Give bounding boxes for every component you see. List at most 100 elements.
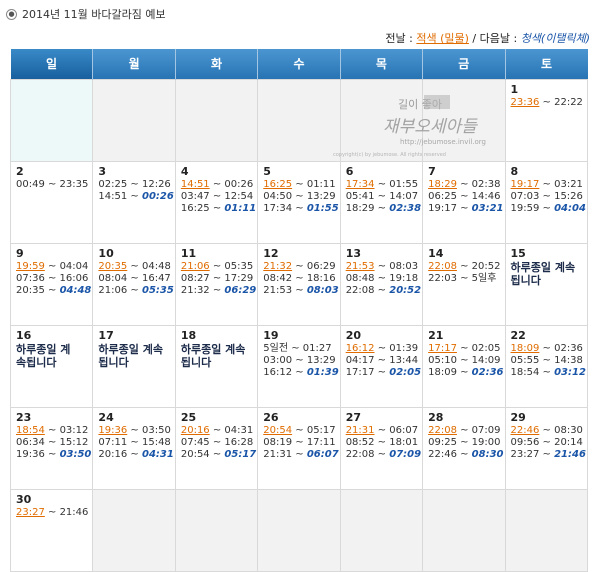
- time-text: ~ 01:11: [292, 178, 336, 190]
- calendar-day-cell: 11 21:06 ~ 05:35 08:27 ~ 17:29 21:32 ~ 06:2…: [174, 242, 259, 326]
- day-number: 3: [98, 164, 107, 178]
- tide-time-line: 16:25 ~ 01:11: [181, 203, 256, 215]
- day-number: 16: [16, 328, 32, 342]
- next-day-time: 02:36: [471, 366, 504, 378]
- tide-time-line: 21:06 ~ 05:35: [181, 260, 254, 273]
- tide-time-line: 21:32 ~ 06:29: [263, 261, 335, 273]
- calendar-day-cell: 13 21:53 ~ 08:03 08:48 ~ 19:18 22:08 ~ 20:5…: [339, 242, 424, 326]
- calendar-day-cell: 18 하루종일 계속 됩니다: [174, 324, 259, 408]
- time-text: 04:50 ~ 13:29: [263, 190, 336, 202]
- calendar-empty-cell: [92, 488, 176, 572]
- time-text: 06:34 ~ 15:12: [16, 436, 89, 448]
- time-text: 21:32 ~: [180, 284, 225, 296]
- time-text: 05:41 ~ 14:07: [345, 190, 419, 202]
- next-day-time: 04:31: [141, 448, 174, 460]
- day-number: 15: [510, 246, 526, 260]
- calendar-empty-cell: [422, 488, 506, 572]
- time-text: ~ 22:22: [539, 96, 583, 108]
- calendar-empty-cell: [257, 488, 341, 572]
- tide-time-line: 23:27 ~ 21:46: [511, 449, 586, 461]
- tide-time-line: 04:17 ~ 13:44: [346, 355, 418, 367]
- time-text: 19:59 ~: [510, 202, 555, 214]
- tide-time-line: 00:49 ~ 23:35: [16, 179, 88, 191]
- day-number: 17: [98, 328, 114, 342]
- tide-time-line: 19:17 ~ 03:21: [510, 178, 583, 191]
- tide-time-line: 21:06 ~ 05:35: [98, 285, 173, 297]
- tide-time-line: 18:54 ~ 03:12: [510, 366, 586, 379]
- time-text: 08:19 ~ 17:11: [263, 436, 336, 448]
- time-text: 21:31 ~: [263, 448, 307, 460]
- tide-time-line: 08:27 ~ 17:29: [181, 273, 253, 285]
- tide-time-line: 5일전 ~ 01:27: [263, 343, 334, 355]
- day-number: 27: [345, 410, 361, 424]
- tide-time-line: 17:17 ~ 02:05: [346, 367, 421, 379]
- tide-time-line: 07:36 ~ 16:06: [16, 273, 88, 285]
- time-text: ~ 02:36: [539, 342, 583, 354]
- calendar-day-cell: 15 하루종일 계속 됩니다: [504, 242, 589, 326]
- time-text: ~ 03:12: [44, 424, 89, 436]
- tide-time-line: 08:04 ~ 16:47: [98, 273, 170, 285]
- prev-day-time: 19:36: [98, 424, 128, 436]
- prev-day-time: 14:51: [180, 178, 210, 190]
- calendar-day-cell: 23 18:54 ~ 03:12 06:34 ~ 15:12 19:36 ~ 03:5…: [9, 406, 94, 490]
- day-number: 7: [428, 164, 436, 178]
- calendar-empty-cell: [92, 78, 176, 162]
- weekday-header: 수: [257, 49, 341, 79]
- prev-day-time: 23:27: [16, 506, 45, 518]
- time-text: 05:55 ~ 14:38: [510, 354, 583, 366]
- calendar-day-cell: 2 00:49 ~ 23:35: [9, 160, 94, 244]
- next-day-time: 02:05: [389, 366, 422, 378]
- all-day-note: 하루종일 계속됩니다: [98, 342, 163, 369]
- weekday-header: 일: [10, 49, 94, 79]
- time-text: 18:54 ~: [510, 366, 555, 378]
- next-day-time: 01:39: [306, 366, 339, 378]
- time-text: 16:12 ~: [263, 366, 307, 378]
- calendar-empty-cell: [339, 488, 424, 572]
- tide-time-line: 08:19 ~ 17:11: [263, 436, 336, 449]
- tide-time-line: 23:27 ~ 21:46: [16, 506, 89, 519]
- time-text: ~ 08:03: [374, 260, 419, 272]
- time-text: 14:51 ~: [98, 190, 142, 202]
- prev-day-time: 21:53: [345, 260, 375, 272]
- tide-time-line: 22:08 ~ 07:09: [428, 425, 500, 437]
- day-number: 28: [428, 410, 444, 424]
- tide-time-line: 21:32 ~ 06:29: [180, 284, 256, 297]
- day-number: 26: [263, 410, 279, 424]
- tide-time-line: 04:50 ~ 13:29: [263, 190, 336, 203]
- day-number: 1: [510, 82, 519, 96]
- time-text: ~ 05:35: [209, 260, 254, 272]
- next-day-time: 03:50: [59, 448, 92, 460]
- calendar-day-cell: 3 02:25 ~ 12:26 14:51 ~ 00:26: [92, 160, 176, 244]
- all-day-note: 하루종일 계속됩니다: [510, 260, 576, 287]
- time-text: 08:52 ~ 18:01: [345, 436, 419, 448]
- day-number: 5: [263, 164, 271, 178]
- next-day-time: 08:03: [306, 284, 339, 296]
- tide-time-line: 05:10 ~ 14:09: [428, 355, 500, 367]
- tide-time-line: 22:03 ~ 5일후: [428, 273, 499, 285]
- calendar-day-cell: 8 19:17 ~ 03:21 07:03 ~ 15:26 19:59 ~ 04:04: [504, 160, 589, 244]
- tide-time-line: 22:46 ~ 08:30: [511, 425, 583, 437]
- tide-time-line: 05:41 ~ 14:07: [345, 190, 419, 203]
- time-text: 02:25 ~ 12:26: [98, 178, 171, 190]
- time-text: 03:47 ~ 12:54: [180, 190, 254, 202]
- time-text: 19:36 ~: [16, 448, 60, 460]
- calendar-week-row: 9 19:59 ~ 04:04 07:36 ~ 16:06 20:35 ~ 04:48…: [9, 242, 589, 326]
- tide-time-line: 16:12 ~ 01:39: [346, 343, 418, 355]
- tide-time-line: 18:09 ~ 02:36: [511, 342, 583, 355]
- calendar-day-cell: 14 22:08 ~ 20:52 22:03 ~ 5일후: [422, 242, 506, 326]
- prev-day-time: 20:16: [180, 424, 210, 436]
- time-text: ~ 21:46: [44, 506, 89, 518]
- page-header: ● 2014년 11월 바다갈라짐 예보: [6, 6, 166, 22]
- next-day-time: 04:48: [59, 284, 92, 296]
- day-number: 22: [510, 328, 526, 342]
- time-text: ~ 02:05: [456, 342, 501, 354]
- tide-time-line: 17:34 ~ 01:55: [263, 203, 338, 215]
- calendar-day-cell: 19 5일전 ~ 01:27 03:00 ~ 13:29 16:12 ~ 01:39: [257, 324, 341, 408]
- calendar-week-row: 1 23:36 ~ 22:22: [9, 78, 589, 162]
- prev-day-time: 19:17: [510, 178, 540, 190]
- tide-time-line: 17:34 ~ 01:55: [346, 179, 418, 191]
- tide-time-line: 19:36 ~ 03:50: [16, 448, 91, 461]
- tide-time-line: 21:53 ~ 08:03: [345, 260, 419, 273]
- day-number: 19: [263, 328, 279, 342]
- next-day-time: 05:17: [224, 448, 257, 460]
